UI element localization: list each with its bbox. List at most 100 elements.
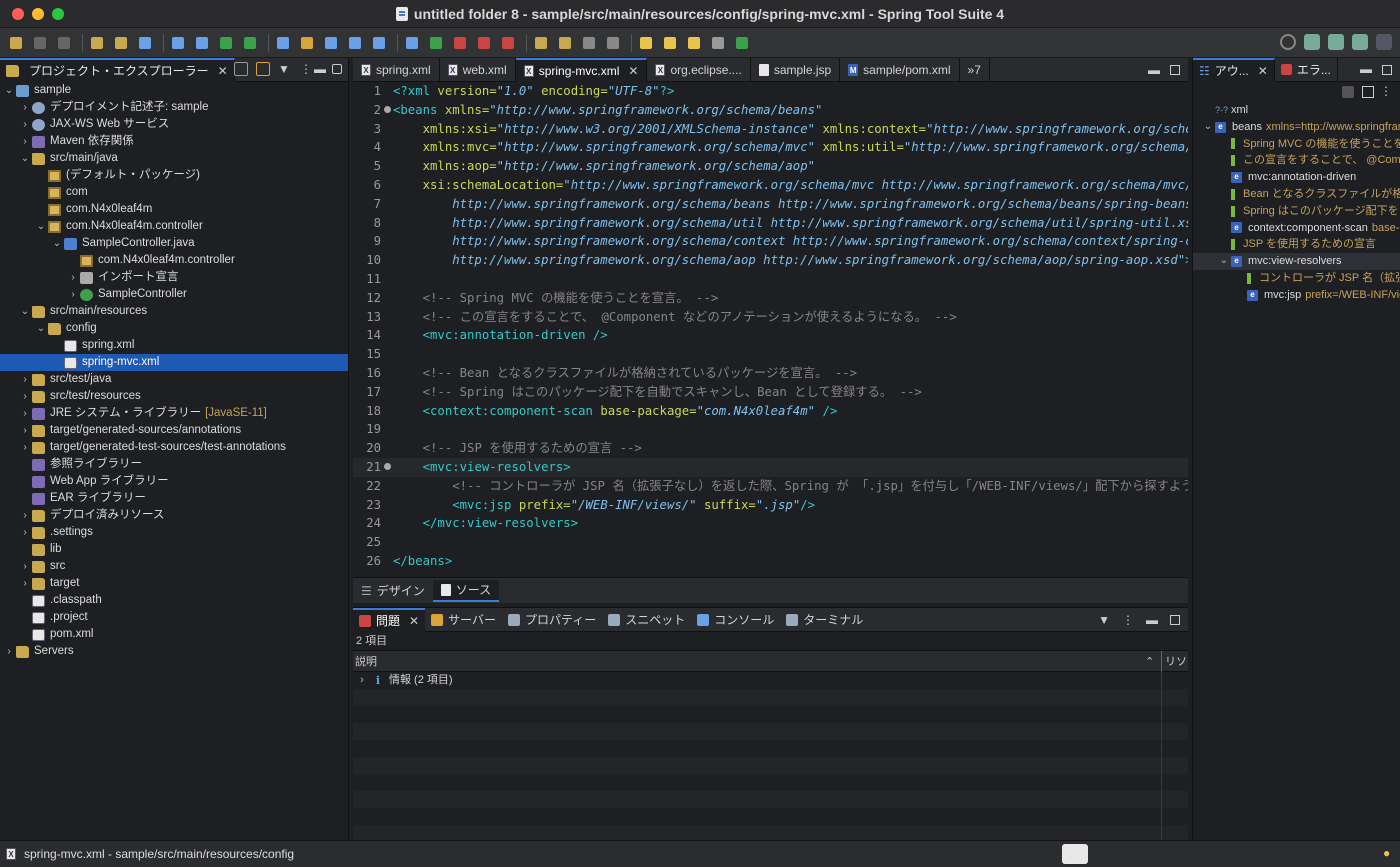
close-icon[interactable]: ✕	[218, 64, 228, 78]
column-resource[interactable]: リソース	[1165, 653, 1187, 669]
zoom-window-button[interactable]	[52, 8, 64, 20]
tree-item[interactable]: › Servers	[0, 643, 348, 660]
outline-item[interactable]: コントローラが JSP 名（拡張子なし）を返した際	[1193, 270, 1400, 287]
open-perspective-icon[interactable]	[732, 34, 752, 52]
outline-item[interactable]: JSP を使用するための宣言	[1193, 236, 1400, 253]
tree-item[interactable]: ⌄ com.N4x0leaf4m.controller	[0, 218, 348, 235]
status-action-icon[interactable]	[1062, 844, 1088, 864]
code-line[interactable]: 4 xmlns:mvc="http://www.springframework.…	[353, 138, 1188, 157]
chevron-right-icon[interactable]: ›	[18, 371, 32, 388]
chevron-down-icon[interactable]: ⌄	[18, 303, 32, 320]
chevron-right-icon[interactable]: ›	[18, 558, 32, 575]
open-folder-icon[interactable]	[531, 34, 551, 52]
chevron-down-icon[interactable]: ⌄	[34, 218, 48, 235]
save-icon[interactable]	[30, 34, 50, 52]
tree-item[interactable]: com	[0, 184, 348, 201]
tree-item[interactable]: ⌄ SampleController.java	[0, 235, 348, 252]
tree-item[interactable]: ⌄ src/main/resources	[0, 303, 348, 320]
code-line[interactable]: 26 </beans>	[353, 552, 1188, 571]
view-menu-icon[interactable]: ⋮	[1380, 84, 1392, 98]
minimize-icon[interactable]: ▬	[1360, 62, 1372, 76]
outline-item[interactable]: Bean となるクラスファイルが格納されているパッケージを宣言。	[1193, 186, 1400, 203]
chevron-right-icon[interactable]: ›	[18, 422, 32, 439]
tree-item[interactable]: spring-mvc.xml	[0, 354, 348, 371]
refresh-icon[interactable]	[297, 34, 317, 52]
chevron-right-icon[interactable]: ›	[18, 405, 32, 422]
tree-item[interactable]: › デプロイ済みリソース	[0, 507, 348, 524]
search-icon[interactable]	[1280, 34, 1296, 50]
tree-item[interactable]: com.N4x0leaf4m	[0, 201, 348, 218]
outline-item[interactable]: Spring はこのパッケージ配下を自動でスキャンし、Bean として登録する。	[1193, 203, 1400, 220]
tab-error-log[interactable]: エラ...	[1275, 57, 1338, 82]
chevron-down-icon[interactable]: ⌄	[50, 235, 64, 252]
code-line[interactable]: 5 xmlns:aop="http://www.springframework.…	[353, 157, 1188, 176]
chevron-right-icon[interactable]: ›	[353, 672, 371, 689]
code-line[interactable]: 17 <!-- Spring はこのパッケージ配下を自動でスキャンし、Bean …	[353, 383, 1188, 402]
tree-item[interactable]: ⌄ config	[0, 320, 348, 337]
code-line[interactable]: 18 <context:component-scan base-package=…	[353, 402, 1188, 421]
nav-2-icon[interactable]	[603, 34, 623, 52]
filter-icon[interactable]: ▼	[1098, 613, 1110, 627]
chevron-right-icon[interactable]: ›	[2, 643, 16, 660]
code-line[interactable]: 15	[353, 345, 1188, 364]
chevron-down-icon[interactable]: ⌄	[1201, 119, 1215, 136]
tree-item[interactable]: Web App ライブラリー	[0, 473, 348, 490]
outline-item[interactable]: e mvc:annotation-driven	[1193, 169, 1400, 186]
code-line[interactable]: 1 <?xml version="1.0" encoding="UTF-8"?>	[353, 82, 1188, 101]
debug-view-icon[interactable]	[168, 34, 188, 52]
outline-action-icon[interactable]	[1342, 86, 1354, 98]
tree-item[interactable]: › target/generated-test-sources/test-anno…	[0, 439, 348, 456]
chevron-right-icon[interactable]: ›	[18, 133, 32, 150]
external-icon[interactable]	[369, 34, 389, 52]
tree-item[interactable]: spring.xml	[0, 337, 348, 354]
tree-item[interactable]: › src	[0, 558, 348, 575]
tree-item[interactable]: com.N4x0leaf4m.controller	[0, 252, 348, 269]
maximize-icon[interactable]	[332, 64, 342, 74]
chevron-right-icon[interactable]: ›	[66, 286, 80, 303]
tab-editor-5[interactable]: Msample/pom.xml	[840, 58, 960, 82]
minimize-icon[interactable]: ▬	[1146, 613, 1158, 627]
code-area[interactable]: 1 <?xml version="1.0" encoding="UTF-8"?> 2…	[353, 82, 1188, 577]
close-icon[interactable]: ✕	[409, 614, 419, 628]
tab-overflow[interactable]: »7	[960, 58, 990, 82]
perspective-spring-icon[interactable]	[1376, 34, 1392, 50]
close-icon[interactable]: ✕	[628, 64, 638, 78]
chevron-right-icon[interactable]: ›	[18, 575, 32, 592]
tree-item[interactable]: › Maven 依存関係	[0, 133, 348, 150]
chevron-down-icon[interactable]: ⌄	[1217, 253, 1231, 270]
chevron-right-icon[interactable]: ›	[18, 388, 32, 405]
chevron-right-icon[interactable]: ›	[18, 524, 32, 541]
code-line[interactable]: 10 http://www.springframework.org/schema…	[353, 251, 1188, 270]
tab-bottom-3[interactable]: スニペット	[602, 608, 691, 632]
outline-item[interactable]: ⌄ebeansxmlns=http://www.springframework.…	[1193, 119, 1400, 136]
code-line[interactable]: 20 <!-- JSP を使用するための宣言 -->	[353, 439, 1188, 458]
tab-editor-2[interactable]: Xspring-mvc.xml ✕	[515, 58, 648, 82]
minimize-icon[interactable]: ▬	[1148, 63, 1160, 77]
tab-bottom-4[interactable]: コンソール	[691, 608, 780, 632]
chevron-right-icon[interactable]: ›	[18, 439, 32, 456]
chevron-right-icon[interactable]: ›	[66, 269, 80, 286]
prev-icon[interactable]	[660, 34, 680, 52]
code-line[interactable]: 2 <beans xmlns="http://www.springframewor…	[353, 101, 1188, 120]
tab-editor-1[interactable]: Xweb.xml	[440, 58, 516, 82]
tab-bottom-0[interactable]: 問題 ✕	[353, 607, 426, 632]
tree-item[interactable]: › target/generated-sources/annotations	[0, 422, 348, 439]
view-menu-icon[interactable]: ⋮	[1122, 613, 1134, 627]
tree-item[interactable]: ⌄ sample	[0, 82, 348, 99]
tab-source[interactable]: ソース	[432, 579, 500, 602]
run-icon[interactable]	[426, 34, 446, 52]
filter-icon[interactable]: ▼	[278, 62, 292, 76]
perspective-debug-icon[interactable]	[1328, 34, 1344, 50]
outline-item[interactable]: e context:component-scanbase-package=com.…	[1193, 220, 1400, 237]
next-icon[interactable]	[708, 34, 728, 52]
code-line[interactable]: 23 <mvc:jsp prefix="/WEB-INF/views/" suf…	[353, 496, 1188, 515]
tree-item[interactable]: › src/test/resources	[0, 388, 348, 405]
tree-item[interactable]: lib	[0, 541, 348, 558]
chevron-right-icon[interactable]: ›	[18, 116, 32, 133]
code-line[interactable]: 19	[353, 420, 1188, 439]
column-description[interactable]: 説明	[353, 653, 377, 669]
terminate-icon[interactable]	[498, 34, 518, 52]
maximize-icon[interactable]	[1170, 65, 1180, 75]
tree-item[interactable]: › SampleController	[0, 286, 348, 303]
chevron-right-icon[interactable]: ›	[18, 507, 32, 524]
